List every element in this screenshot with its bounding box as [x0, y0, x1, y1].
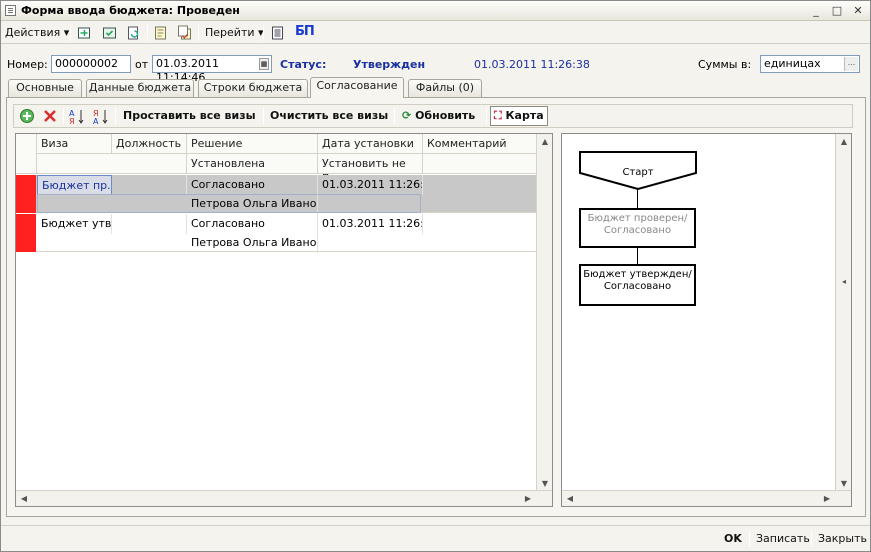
- ok-button[interactable]: OK: [724, 532, 742, 545]
- tab-budget-lines[interactable]: Строки бюджета: [198, 79, 308, 97]
- refresh-label: Обновить: [415, 109, 476, 122]
- status-value: Утвержден: [353, 58, 426, 71]
- table-horizontal-scrollbar[interactable]: ◀ ▶: [16, 490, 552, 506]
- scroll-left-icon[interactable]: ◀: [16, 491, 32, 506]
- tab-approval[interactable]: Согласование: [310, 77, 404, 98]
- sums-value: единицах: [764, 57, 821, 70]
- column-not-set[interactable]: Установить не п...: [318, 154, 423, 183]
- tab-budget-data[interactable]: Данные бюджета: [86, 79, 194, 97]
- comment-cell[interactable]: [423, 214, 537, 234]
- person-cell[interactable]: Петрова Ольга Ивано...: [187, 233, 318, 253]
- tab-files[interactable]: Файлы (0): [408, 79, 482, 97]
- close-button[interactable]: Закрыть: [818, 532, 867, 545]
- actions-menu[interactable]: Действия ▾: [5, 26, 69, 39]
- start-node[interactable]: Старт: [579, 167, 697, 178]
- connector-line: [637, 189, 638, 208]
- status-date: 01.03.2011 11:26:38: [474, 58, 590, 71]
- form-icon: [5, 5, 16, 16]
- minimize-icon[interactable]: _: [809, 4, 823, 17]
- scroll-thumb-icon[interactable]: ◂: [836, 274, 851, 290]
- table-vertical-scrollbar[interactable]: ▲ ▼: [536, 134, 552, 492]
- column-decision[interactable]: Решение: [187, 134, 318, 154]
- bottom-bar: OK Записать Закрыть: [1, 525, 870, 552]
- column-visa[interactable]: Виза: [37, 134, 112, 154]
- tab-strip: Основные Данные бюджета Строки бюджета С…: [6, 77, 866, 98]
- refresh-icon: ⟳: [402, 109, 412, 122]
- sort-ascending-icon[interactable]: АЯ: [69, 108, 85, 125]
- maximize-icon[interactable]: □: [830, 4, 844, 17]
- refresh-button[interactable]: ⟳ Обновить: [402, 109, 475, 122]
- title-bar: Форма ввода бюджета: Проведен _ □ ✕: [1, 1, 870, 21]
- tab-main[interactable]: Основные: [8, 79, 82, 97]
- set-all-visas-button[interactable]: Проставить все визы: [123, 109, 256, 122]
- map-label: Карта: [505, 109, 544, 122]
- column-set[interactable]: Установлена: [187, 154, 318, 174]
- number-field[interactable]: 000000002: [51, 55, 131, 73]
- clear-all-visas-button[interactable]: Очистить все визы: [270, 109, 388, 122]
- scroll-left-icon[interactable]: ◀: [562, 491, 578, 506]
- column-date[interactable]: Дата установки: [318, 134, 423, 154]
- document-icon[interactable]: [152, 25, 169, 41]
- position-cell[interactable]: [112, 175, 187, 195]
- number-label: Номер:: [7, 58, 48, 71]
- save-button[interactable]: Записать: [756, 532, 810, 545]
- goto-menu[interactable]: Перейти ▾: [205, 26, 264, 39]
- map-horizontal-scrollbar[interactable]: ◀ ▶: [562, 490, 851, 506]
- svg-text:А: А: [93, 117, 99, 125]
- column-position[interactable]: Должность: [112, 134, 187, 154]
- refresh-doc-icon[interactable]: [125, 25, 142, 41]
- svg-text:Я: Я: [69, 117, 75, 125]
- status-marker: [16, 214, 36, 252]
- close-icon[interactable]: ✕: [851, 4, 865, 17]
- sums-field[interactable]: единицах ...: [760, 55, 860, 73]
- map-icon: ⛶: [494, 109, 502, 122]
- date-cell[interactable]: 01.03.2011 11:26:...: [318, 214, 423, 234]
- table-row[interactable]: Бюджет пр... Согласовано 01.03.2011 11:2…: [16, 175, 537, 214]
- approval-toolbar: АЯ ЯА Проставить все визы Очистить все в…: [13, 104, 853, 128]
- person-cell[interactable]: Петрова Ольга Ивано...: [187, 194, 318, 214]
- scroll-right-icon[interactable]: ▶: [819, 491, 835, 506]
- connector-line: [637, 248, 638, 264]
- date-field[interactable]: 01.03.2011 11:14:46 ▦: [152, 55, 272, 84]
- status-marker: [16, 175, 36, 213]
- scroll-up-icon[interactable]: ▲: [537, 134, 552, 150]
- bp-logo[interactable]: БП: [295, 24, 315, 39]
- add-icon[interactable]: [19, 108, 35, 124]
- column-comment[interactable]: Комментарий: [423, 134, 537, 154]
- command-bar: Действия ▾ Перейти ▾ БП: [1, 22, 870, 44]
- copy-document-icon[interactable]: [176, 25, 193, 41]
- sort-descending-icon[interactable]: ЯА: [93, 108, 109, 125]
- date-cell[interactable]: 01.03.2011 11:26:...: [318, 175, 423, 195]
- node-budget-checked[interactable]: Бюджет проверен/Согласовано: [579, 208, 696, 248]
- print-icon[interactable]: [269, 25, 286, 41]
- calendar-icon[interactable]: ▦: [259, 58, 269, 70]
- comment-cell[interactable]: [423, 175, 537, 195]
- post-and-close-icon[interactable]: [76, 25, 93, 41]
- main-window: Форма ввода бюджета: Проведен _ □ ✕ Дейс…: [0, 0, 871, 552]
- approval-map: Старт Бюджет проверен/Согласовано Бюджет…: [561, 133, 852, 507]
- decision-cell[interactable]: Согласовано: [187, 175, 318, 195]
- date-label: от: [135, 58, 149, 71]
- visa-cell[interactable]: Бюджет пр...: [37, 175, 112, 195]
- node-budget-approved[interactable]: Бюджет утвержден/Согласовано: [579, 264, 696, 306]
- ellipsis-icon[interactable]: ...: [844, 57, 858, 71]
- window-title: Форма ввода бюджета: Проведен: [21, 4, 240, 17]
- scroll-right-icon[interactable]: ▶: [520, 491, 536, 506]
- map-vertical-scrollbar[interactable]: ▲ ◂ ▼: [835, 134, 851, 492]
- scroll-up-icon[interactable]: ▲: [836, 134, 851, 150]
- visa-cell[interactable]: Бюджет утв...: [37, 214, 112, 234]
- table-row[interactable]: Бюджет утв... Согласовано 01.03.2011 11:…: [16, 214, 537, 253]
- post-icon[interactable]: [101, 25, 118, 41]
- delete-icon[interactable]: [42, 108, 58, 124]
- position-cell[interactable]: [112, 214, 187, 234]
- visa-table: Виза Должность Решение Дата установки Ко…: [15, 133, 553, 507]
- status-label: Статус:: [280, 58, 327, 71]
- map-button[interactable]: ⛶ Карта: [490, 106, 548, 126]
- sums-label: Суммы в:: [698, 58, 752, 71]
- decision-cell[interactable]: Согласовано: [187, 214, 318, 234]
